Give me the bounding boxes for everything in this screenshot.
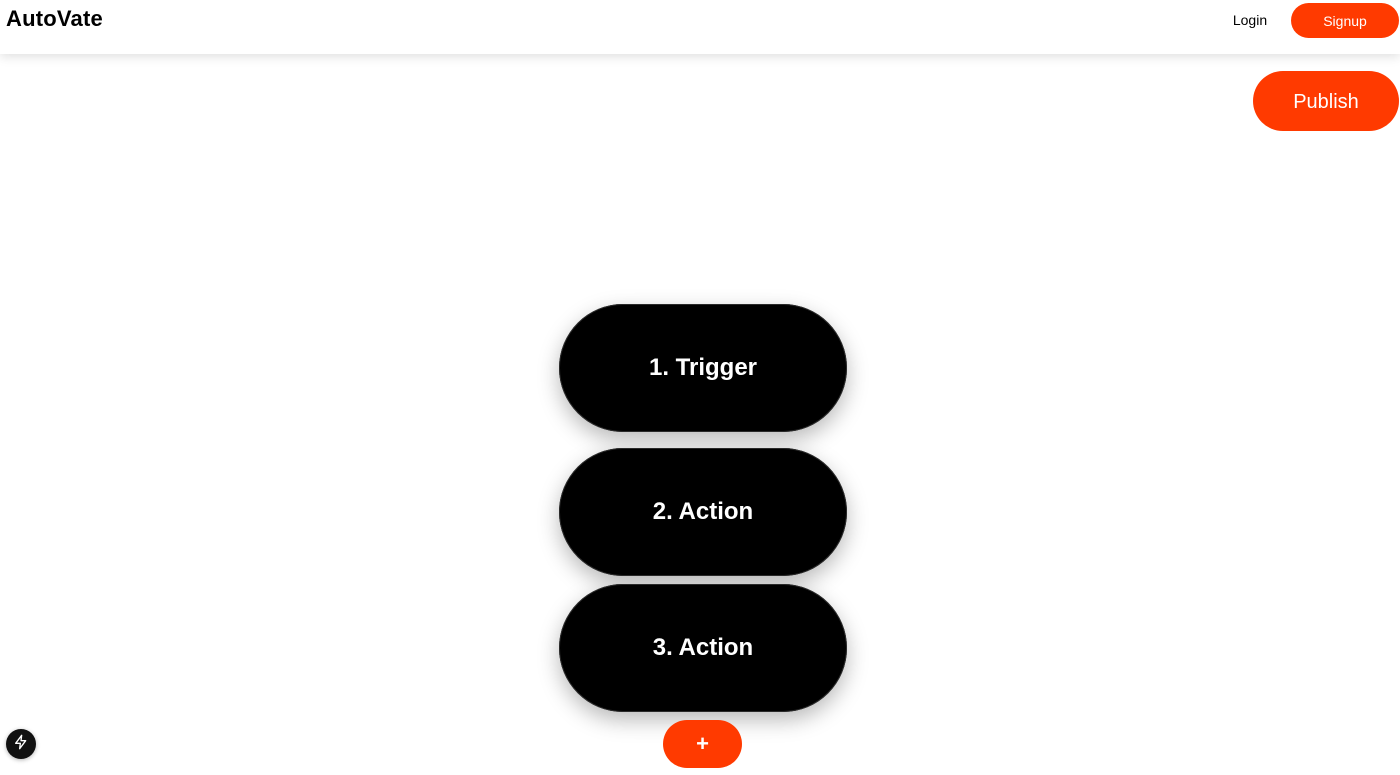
lightning-icon	[13, 734, 29, 755]
workflow-step-trigger[interactable]: 1. Trigger	[559, 304, 847, 432]
signup-button[interactable]: Signup	[1291, 3, 1399, 38]
plus-icon: +	[696, 731, 709, 756]
workflow-step-action-1[interactable]: 2. Action	[559, 448, 847, 576]
add-step-button[interactable]: +	[663, 720, 742, 768]
dev-indicator-button[interactable]	[6, 729, 36, 759]
login-link[interactable]: Login	[1222, 10, 1278, 30]
workflow-step-label: 3. Action	[652, 634, 754, 661]
publish-button[interactable]: Publish	[1253, 71, 1399, 131]
top-navbar: AutoVate Login Signup	[0, 0, 1400, 54]
workflow-step-label: 1. Trigger	[648, 354, 758, 381]
workflow-step-action-2[interactable]: 3. Action	[559, 584, 847, 712]
workflow-step-label: 2. Action	[652, 498, 754, 525]
brand-logo[interactable]: AutoVate	[6, 6, 103, 32]
